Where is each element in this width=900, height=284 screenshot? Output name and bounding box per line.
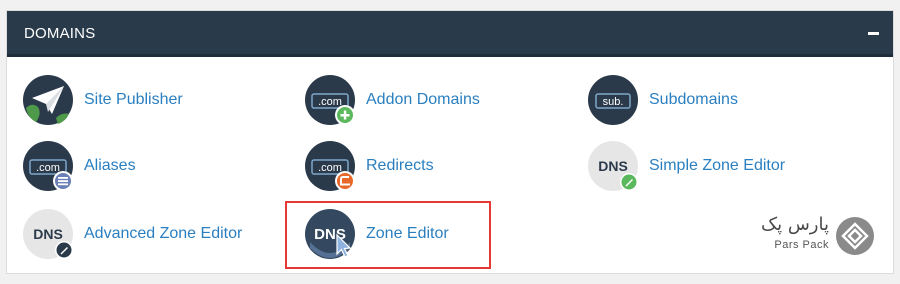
item-label[interactable]: Addon Domains <box>366 91 480 109</box>
item-label[interactable]: Site Publisher <box>84 91 183 109</box>
panel-header[interactable]: DOMAINS <box>7 11 893 57</box>
item-label[interactable]: Redirects <box>366 157 434 175</box>
paper-plane-icon <box>22 74 74 126</box>
dot-com-plus-icon: .com <box>304 74 356 126</box>
watermark-name-fa: پارس پک <box>760 214 829 235</box>
badge-text: .com <box>318 96 342 108</box>
watermark-name-en: Pars Pack <box>774 239 829 251</box>
dot-com-redirect-icon: .com <box>304 140 356 192</box>
collapse-icon[interactable] <box>868 32 879 35</box>
dns-pencil-icon: DNS <box>587 140 639 192</box>
panel-title: DOMAINS <box>24 25 96 42</box>
item-label[interactable]: Aliases <box>84 157 136 175</box>
badge-text: sub. <box>603 96 624 108</box>
item-label[interactable]: Advanced Zone Editor <box>84 225 242 243</box>
addon-domains-item[interactable]: .com Addon Domains <box>304 70 480 130</box>
redirects-item[interactable]: .com Redirects <box>304 136 434 196</box>
simple-zone-editor-item[interactable]: DNS Simple Zone Editor <box>587 136 785 196</box>
advanced-zone-editor-item[interactable]: DNS Advanced Zone Editor <box>22 204 242 264</box>
sub-icon: sub. <box>587 74 639 126</box>
item-label[interactable]: Simple Zone Editor <box>649 157 785 175</box>
aliases-item[interactable]: .com Aliases <box>22 136 136 196</box>
subdomains-item[interactable]: sub. Subdomains <box>587 70 738 130</box>
zone-editor-highlight <box>285 201 491 269</box>
badge-text: .com <box>318 162 342 174</box>
badge-text: DNS <box>598 158 628 174</box>
item-label[interactable]: Subdomains <box>649 91 738 109</box>
parspack-watermark: پارس پک Pars Pack <box>745 212 875 262</box>
dot-com-list-icon: .com <box>22 140 74 192</box>
badge-text: .com <box>36 162 60 174</box>
dns-pencil-dark-icon: DNS <box>22 208 74 260</box>
badge-text: DNS <box>33 226 63 242</box>
parspack-logo-icon <box>836 217 874 255</box>
site-publisher-item[interactable]: Site Publisher <box>22 70 183 130</box>
